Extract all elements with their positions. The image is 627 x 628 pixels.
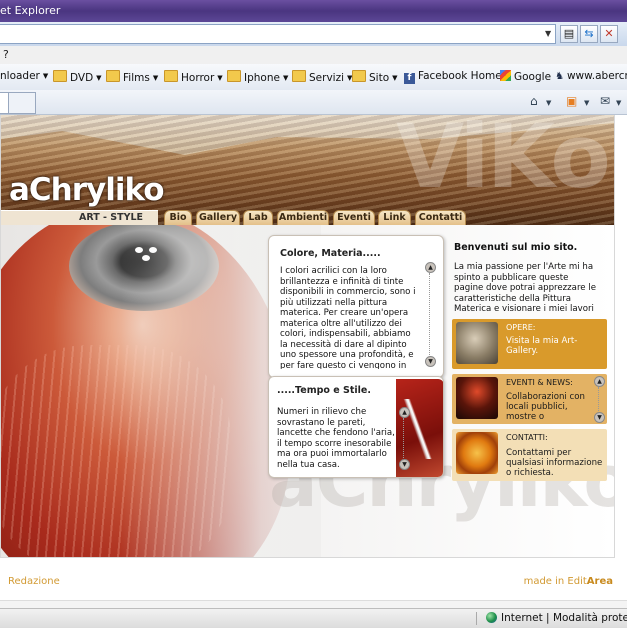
contatti-thumbnail (456, 432, 498, 474)
tempo-scrollbar[interactable]: ▲ ▼ (399, 407, 410, 471)
eventi-scrollbar[interactable]: ▲ ▼ (594, 376, 605, 423)
tempo-card: .....Tempo e Stile. Numeri in rilievo ch… (268, 376, 444, 478)
menu-help[interactable]: ? (3, 48, 9, 61)
fav-google[interactable]: Google (500, 70, 551, 83)
tempo-text: Numeri in rilievo che sovrastano le pare… (277, 407, 395, 470)
security-zone[interactable]: Internet | Modalità protetta: a (486, 612, 627, 624)
scroll-down-icon[interactable]: ▼ (399, 459, 410, 470)
chevron-down-icon[interactable]: ▼ (546, 99, 551, 107)
folder-icon (227, 70, 241, 82)
chevron-down-icon: ▼ (217, 74, 223, 82)
nav-ambienti[interactable]: Ambienti (277, 210, 329, 226)
contatti-text: Contattami per qualsiasi informazione o … (506, 448, 603, 478)
colore-scrollbar[interactable]: ▲ ▼ (425, 262, 436, 368)
colore-title: Colore, Materia..... (280, 248, 381, 259)
opere-thumbnail (456, 322, 498, 364)
google-icon (500, 70, 511, 81)
fav-iphone[interactable]: Iphone ▼ (227, 70, 288, 84)
favorites-bar: nloader ▼ DVD ▼ Films ▼ Horror ▼ Iphone ▼ Ser… (0, 64, 627, 91)
fav-sito[interactable]: Sito ▼ (352, 70, 398, 84)
box-opere[interactable]: OPERE: Visita la mia Art-Gallery. (452, 319, 607, 369)
command-bar: ⌂ ▼ ▣ ▼ ✉ ▼ (0, 90, 627, 115)
nav-link[interactable]: Link (378, 210, 411, 226)
mail-icon[interactable]: ✉ (600, 94, 610, 108)
tab-new[interactable] (8, 92, 36, 114)
colore-card: Colore, Materia..... I colori acrilici c… (268, 235, 444, 378)
status-bar: Internet | Modalità protetta: a (0, 608, 627, 628)
stop-icon[interactable]: ✕ (600, 25, 618, 43)
box-contatti[interactable]: CONTATTI: Contattami per qualsiasi infor… (452, 429, 607, 481)
facebook-icon: f (404, 73, 415, 84)
folder-icon (292, 70, 306, 82)
chevron-down-icon: ▼ (282, 74, 289, 82)
address-field[interactable] (0, 24, 556, 44)
editarea-credit[interactable]: made in EditArea (524, 576, 613, 587)
eventi-thumbnail (456, 377, 498, 419)
scroll-up-icon[interactable]: ▲ (594, 376, 605, 387)
window-title: et Explorer (0, 4, 61, 17)
site-container: ViKo aChryliko ART - STYLE Bio Gallery L… (0, 115, 615, 558)
compatibility-icon[interactable]: ▤ (560, 25, 578, 43)
chevron-down-icon: ▼ (42, 72, 49, 80)
address-bar: ▼ ▤ ⇆ ✕ (0, 22, 627, 46)
eventi-heading: EVENTI & NEWS: (506, 378, 573, 387)
box-eventi[interactable]: EVENTI & NEWS: Collaborazioni con locali… (452, 374, 607, 424)
site-logo[interactable]: aChryliko (9, 172, 165, 208)
fav-films[interactable]: Films ▼ (106, 70, 158, 84)
fav-abercrombie[interactable]: ♞www.abercro (555, 70, 627, 82)
folder-icon (53, 70, 67, 82)
welcome-title: Benvenuti sul mio sito. (454, 242, 578, 253)
nav-bio[interactable]: Bio (164, 210, 192, 226)
site-footer: Redazione made in EditArea (0, 567, 613, 597)
window-titlebar: et Explorer (0, 0, 627, 22)
opere-heading: OPERE: (506, 323, 536, 332)
refresh-icon[interactable]: ⇆ (580, 25, 598, 43)
hero-artwork: aChryliko Colore, Materia..... I colori … (1, 225, 614, 557)
page-viewport: ViKo aChryliko ART - STYLE Bio Gallery L… (0, 115, 627, 600)
fav-horror[interactable]: Horror ▼ (164, 70, 223, 84)
redazione-link[interactable]: Redazione (8, 576, 60, 587)
fav-facebook[interactable]: f Facebook Home (404, 70, 502, 84)
chevron-down-icon[interactable]: ▼ (616, 99, 621, 107)
tagline-bar: ART - STYLE (1, 210, 158, 226)
scroll-down-icon[interactable]: ▼ (594, 412, 605, 423)
nav-gallery[interactable]: Gallery (196, 210, 240, 226)
contatti-heading: CONTATTI: (506, 433, 548, 442)
address-dropdown-icon[interactable]: ▼ (545, 29, 551, 38)
nav-lab[interactable]: Lab (243, 210, 273, 226)
chevron-down-icon: ▼ (152, 74, 159, 82)
folder-icon (352, 70, 366, 82)
folder-icon (164, 70, 178, 82)
scroll-down-icon[interactable]: ▼ (425, 356, 436, 367)
globe-icon (486, 612, 497, 623)
nav-eventi[interactable]: Eventi (333, 210, 375, 226)
tagline: ART - STYLE (79, 212, 144, 223)
opere-text: Visita la mia Art-Gallery. (506, 336, 578, 356)
colore-text: I colori acrilici con la loro brillantez… (280, 266, 416, 369)
fav-dvd[interactable]: DVD ▼ (53, 70, 102, 84)
fav-servizi[interactable]: Servizi ▼ (292, 70, 352, 84)
rss-icon[interactable]: ▣ (566, 94, 577, 108)
header-watermark: ViKo (396, 115, 611, 208)
scroll-up-icon[interactable]: ▲ (425, 262, 436, 273)
chevron-down-icon: ▼ (96, 74, 102, 82)
folder-icon (106, 70, 120, 82)
welcome-text: La mia passione per l'Arte mi ha spinto … (454, 262, 596, 314)
menu-bar: ? (0, 46, 627, 65)
site-header: ViKo aChryliko ART - STYLE Bio Gallery L… (1, 115, 614, 226)
nav-contatti[interactable]: Contatti (415, 210, 466, 226)
moose-icon: ♞ (555, 71, 564, 82)
tempo-title: .....Tempo e Stile. (277, 385, 371, 396)
scroll-up-icon[interactable]: ▲ (399, 407, 410, 418)
fav-downloader[interactable]: nloader ▼ (0, 70, 48, 82)
eventi-text: Collaborazioni con locali pubblici, most… (506, 392, 585, 422)
home-icon[interactable]: ⌂ (530, 94, 538, 108)
chevron-down-icon: ▼ (392, 74, 398, 82)
chevron-down-icon[interactable]: ▼ (584, 99, 589, 107)
